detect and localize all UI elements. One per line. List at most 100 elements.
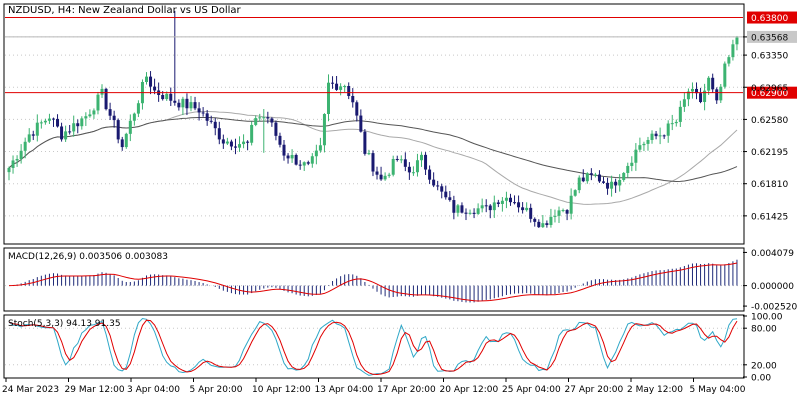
candle-body — [72, 123, 76, 132]
candle-body — [569, 195, 573, 214]
candle-body — [395, 158, 399, 161]
candle-body — [27, 134, 31, 142]
candle-body — [181, 98, 185, 108]
candle-body — [614, 181, 618, 186]
candle-body — [464, 212, 468, 214]
candle-body — [553, 215, 557, 217]
candle-body — [120, 139, 124, 148]
candle-body — [331, 82, 335, 84]
candle-body — [638, 145, 642, 150]
candle-body — [420, 154, 424, 161]
candle-body — [654, 133, 658, 137]
candle-body — [189, 102, 193, 109]
candle-body — [597, 174, 601, 182]
time-axis: 24 Mar 2023 29 Mar 12:00 3 Apr 04:00 5 Apr … — [2, 378, 746, 395]
candle-body — [391, 158, 395, 175]
candle-body — [415, 160, 419, 173]
x-tick-label: 25 Apr 04:00 — [502, 385, 561, 395]
candle-body — [254, 118, 258, 125]
candle-body — [31, 134, 35, 136]
candle-body — [468, 212, 472, 214]
candle-body — [60, 126, 64, 140]
candle-body — [351, 96, 355, 103]
candle-body — [690, 88, 694, 92]
candle-body — [193, 102, 197, 109]
candle-body — [367, 153, 371, 155]
y-tick-label: 0.62195 — [751, 148, 788, 158]
candle-body — [128, 120, 132, 134]
candle-body — [149, 76, 153, 87]
candle-body — [205, 113, 209, 121]
candle-body — [145, 76, 149, 82]
candle-body — [577, 177, 581, 191]
candle-body — [225, 141, 229, 144]
candle-body — [545, 223, 549, 226]
candle-body — [428, 169, 432, 180]
candle-body — [456, 205, 460, 213]
candle-body — [715, 89, 719, 101]
candle-body — [678, 106, 682, 122]
candle-body — [209, 120, 213, 122]
candle-body — [108, 109, 112, 116]
price-panel[interactable]: 0.638000.635680.62900 0.635680.633500.62… — [3, 3, 797, 245]
candle-body — [630, 162, 634, 166]
stoch-y-tick-label: 80.00 — [751, 325, 777, 335]
candle-body — [711, 77, 715, 90]
candle-body — [731, 44, 735, 58]
candle-body — [112, 115, 116, 121]
stoch-y-tick-label: 20.00 — [751, 361, 777, 371]
candle-body — [318, 145, 322, 151]
x-tick-label: 2 May 12:00 — [627, 385, 683, 395]
candle-body — [124, 133, 128, 148]
candle-body — [100, 88, 104, 95]
candle-body — [674, 121, 678, 124]
candle-body — [335, 83, 339, 90]
x-tick-label: 24 Mar 2023 — [2, 385, 59, 395]
macd-panel[interactable]: 0.004079 0.000000 -0.002520 MACD(12,26,9) … — [3, 247, 797, 313]
candle-body — [622, 172, 626, 180]
candle-body — [314, 150, 318, 157]
candle-body — [19, 150, 23, 159]
candle-body — [274, 122, 278, 136]
candle-body — [88, 114, 92, 117]
candle-body — [399, 159, 403, 161]
candle-body — [363, 131, 367, 154]
candle-body — [517, 202, 521, 208]
candle-body — [496, 202, 500, 204]
x-tick-label: 3 Apr 04:00 — [127, 385, 180, 395]
candle-body — [440, 186, 444, 192]
candle-body — [76, 123, 80, 127]
candle-body — [432, 179, 436, 186]
candle-body — [549, 216, 553, 226]
y-tick-label: 0.62580 — [751, 116, 788, 126]
candle-body — [116, 120, 120, 140]
candle-body — [488, 205, 492, 211]
candle-body — [707, 77, 711, 91]
candle-body — [573, 190, 577, 196]
candle-body — [84, 116, 88, 119]
stoch-panel[interactable]: 100.00 80.00 20.00 0.00 Stoch(5,3,3) 94.13 … — [3, 313, 783, 384]
candle-body — [670, 123, 674, 125]
trading-chart[interactable]: 0.638000.635680.62900 0.635680.633500.62… — [0, 0, 800, 400]
candle-body — [290, 154, 294, 159]
candle-body — [480, 205, 484, 209]
candle-body — [662, 135, 666, 137]
y-tick-label: 0.63568 — [751, 33, 788, 43]
candle-body — [529, 207, 533, 219]
candle-body — [719, 86, 723, 101]
candle-body — [723, 63, 727, 87]
candle-body — [43, 120, 47, 123]
candle-body — [161, 95, 165, 100]
candle-body — [282, 144, 286, 156]
candle-body — [169, 93, 173, 101]
candle-body — [504, 197, 508, 201]
candle-body — [310, 156, 314, 164]
macd-title: MACD(12,26,9) 0.003506 0.003083 — [8, 252, 168, 262]
candle-body — [11, 160, 15, 168]
candle-body — [258, 117, 262, 119]
candle-body — [375, 171, 379, 175]
candle-body — [387, 174, 391, 176]
candle-body — [201, 112, 205, 114]
candle-body — [322, 114, 326, 146]
candle-body — [565, 210, 569, 214]
